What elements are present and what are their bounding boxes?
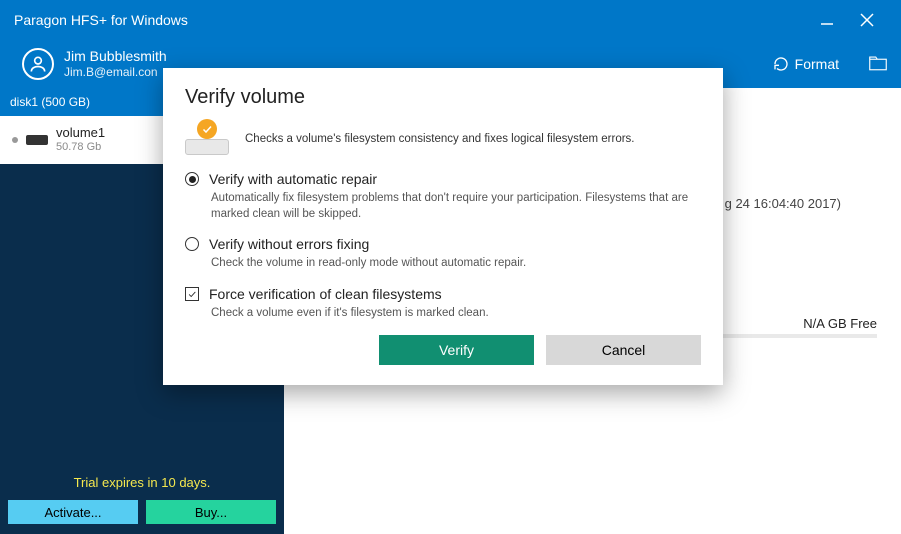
option-description: Check a volume even if it's filesystem i… bbox=[211, 306, 701, 322]
status-dot-icon bbox=[12, 137, 18, 143]
close-button[interactable] bbox=[847, 0, 887, 40]
option-label: Verify without errors fixing bbox=[209, 236, 369, 252]
verify-button[interactable]: Verify bbox=[379, 335, 534, 365]
option-label: Force verification of clean filesystems bbox=[209, 286, 442, 302]
drive-icon bbox=[26, 135, 48, 145]
avatar[interactable] bbox=[22, 48, 54, 80]
volume-size: 50.78 Gb bbox=[56, 141, 105, 155]
option-description: Check the volume in read-only mode witho… bbox=[211, 256, 701, 272]
radio-icon bbox=[185, 237, 199, 251]
format-label: Format bbox=[795, 56, 839, 72]
option-description: Automatically fix filesystem problems th… bbox=[211, 191, 701, 222]
minimize-icon bbox=[819, 12, 835, 28]
buy-button[interactable]: Buy... bbox=[146, 500, 276, 524]
volume-name: volume1 bbox=[56, 125, 105, 141]
close-icon bbox=[858, 11, 876, 29]
user-email: Jim.B@email.con bbox=[64, 65, 167, 79]
date-text: g 24 16:04:40 2017) bbox=[725, 196, 841, 211]
radio-icon bbox=[185, 172, 199, 186]
cancel-button[interactable]: Cancel bbox=[546, 335, 701, 365]
user-icon bbox=[28, 54, 48, 74]
drive-check-icon bbox=[185, 123, 229, 155]
free-space-label: N/A GB Free bbox=[803, 316, 877, 331]
option-force-verify[interactable]: Force verification of clean filesystems bbox=[185, 286, 701, 302]
verify-volume-dialog: Verify volume Checks a volume's filesyst… bbox=[163, 68, 723, 385]
titlebar: Paragon HFS+ for Windows bbox=[0, 0, 901, 40]
format-button[interactable]: Format bbox=[773, 56, 839, 72]
option-label: Verify with automatic repair bbox=[209, 171, 377, 187]
option-auto-repair[interactable]: Verify with automatic repair bbox=[185, 171, 701, 187]
dialog-title: Verify volume bbox=[185, 86, 701, 109]
activate-button[interactable]: Activate... bbox=[8, 500, 138, 524]
dialog-subtitle: Checks a volume's filesystem consistency… bbox=[245, 133, 635, 145]
refresh-icon bbox=[773, 56, 789, 72]
checkbox-icon bbox=[185, 287, 199, 301]
user-info: Jim Bubblesmith Jim.B@email.con bbox=[64, 48, 167, 79]
trial-message: Trial expires in 10 days. bbox=[0, 465, 284, 500]
folder-icon bbox=[869, 55, 887, 71]
user-name: Jim Bubblesmith bbox=[64, 48, 167, 65]
minimize-button[interactable] bbox=[807, 0, 847, 40]
app-title: Paragon HFS+ for Windows bbox=[14, 12, 188, 28]
browse-button[interactable] bbox=[869, 55, 887, 74]
option-readonly[interactable]: Verify without errors fixing bbox=[185, 236, 701, 252]
